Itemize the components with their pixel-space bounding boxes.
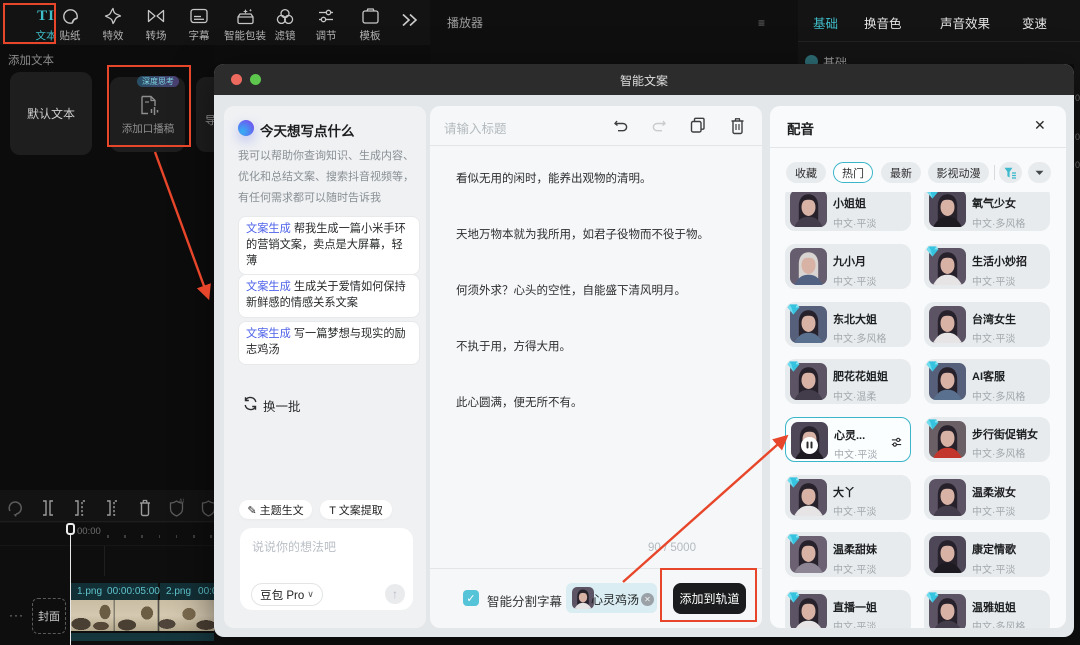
svg-text:AI: AI — [179, 499, 185, 505]
